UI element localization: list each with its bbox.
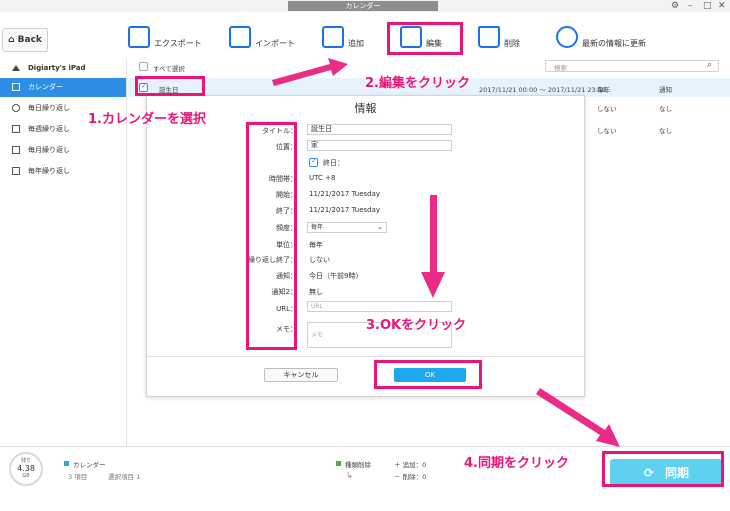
step4-callout: 4.同期をクリック: [464, 456, 569, 471]
arrow-to-ok: [421, 195, 445, 298]
step1-callout: 1.カレンダーを選択: [88, 112, 206, 127]
step3-callout: 3.OKをクリック: [366, 318, 467, 333]
arrow-to-sync: [536, 388, 620, 447]
arrow-to-edit: [272, 58, 348, 86]
step2-callout: 2.編集をクリック: [365, 76, 470, 91]
